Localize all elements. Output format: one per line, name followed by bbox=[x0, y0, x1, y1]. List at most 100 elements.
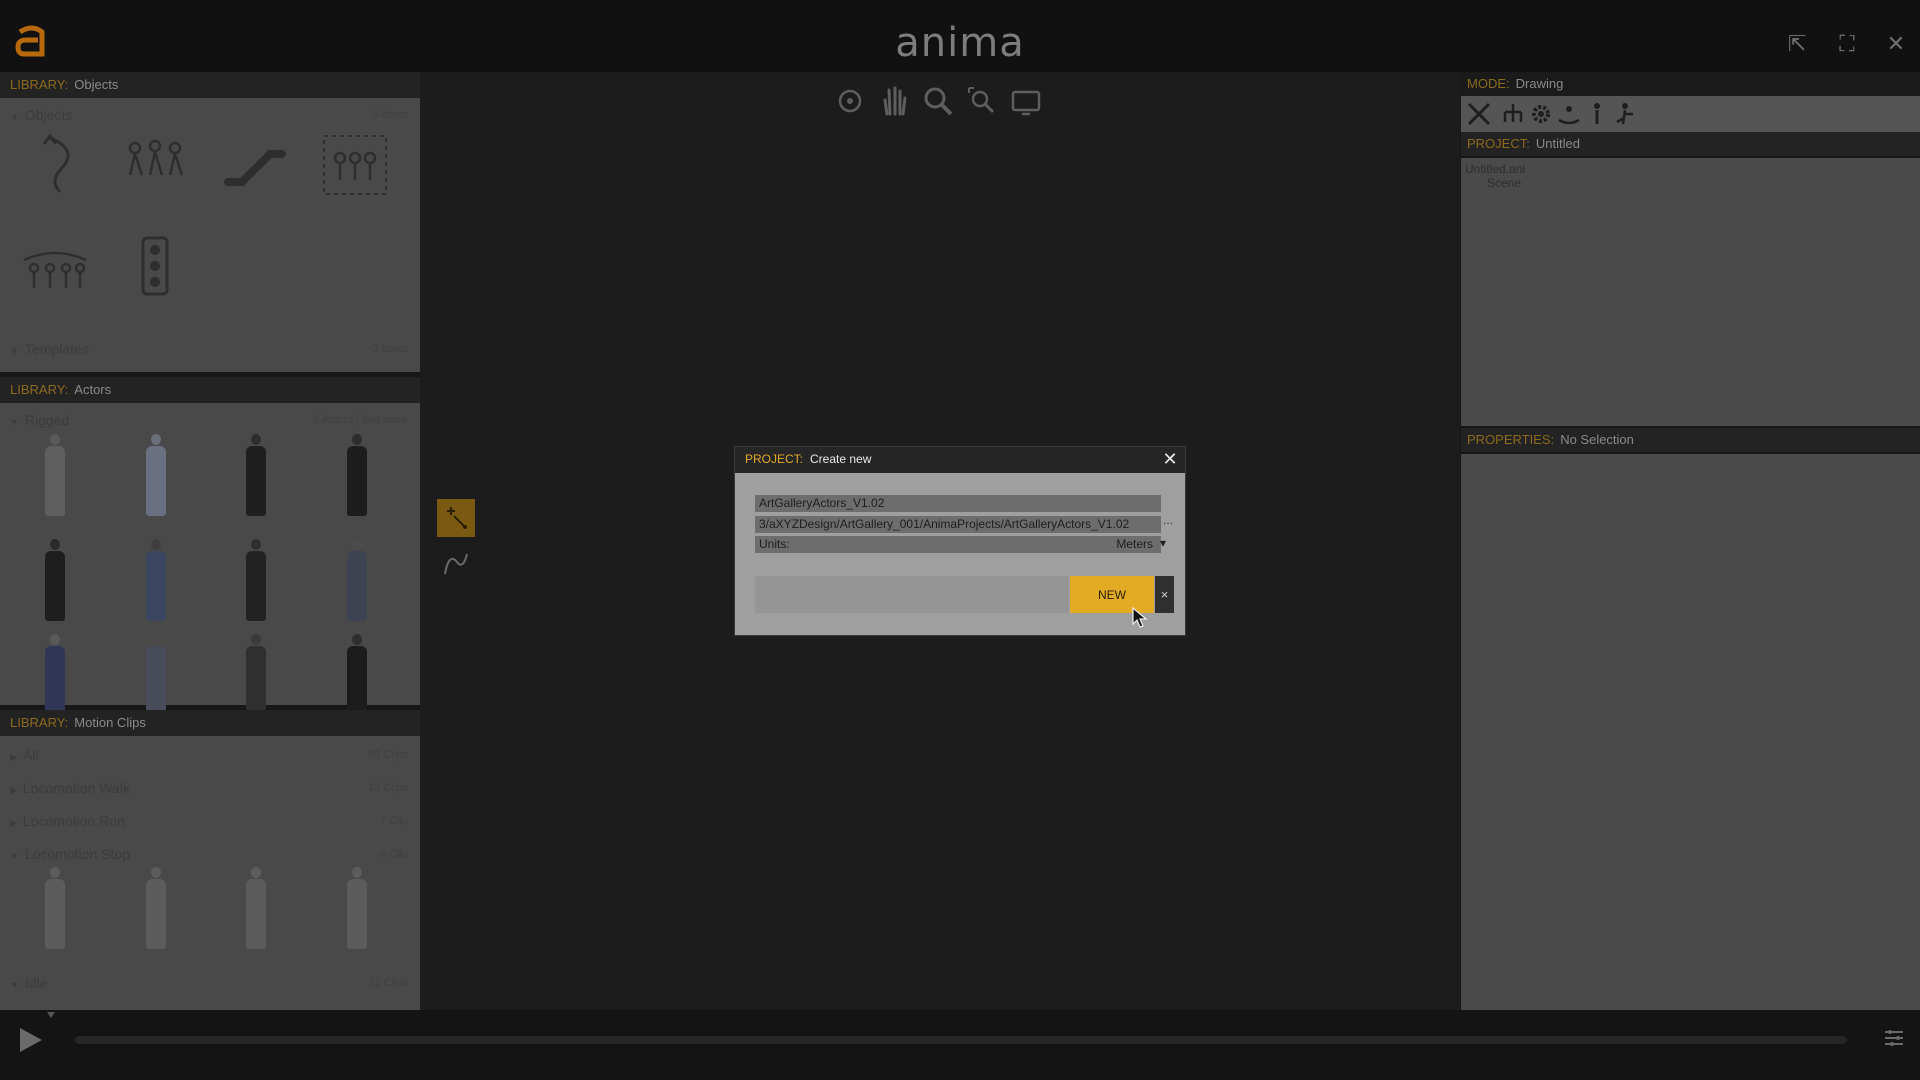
actor-head bbox=[151, 867, 161, 878]
actor-thumbnail[interactable] bbox=[236, 432, 276, 517]
library-motion-header: LIBRARY: Motion Clips bbox=[0, 710, 420, 736]
actor-head bbox=[352, 867, 362, 878]
actor-head bbox=[151, 539, 161, 550]
mode-toolbar bbox=[1461, 96, 1920, 132]
actor-head bbox=[352, 539, 362, 550]
mouse-cursor-icon bbox=[1132, 607, 1148, 628]
section-label: Locomotion Walk bbox=[22, 780, 130, 796]
actor-thumbnail[interactable] bbox=[35, 537, 75, 622]
playhead-marker[interactable] bbox=[47, 1012, 55, 1018]
units-select[interactable]: Units: Meters bbox=[755, 536, 1161, 553]
mode-key: MODE: bbox=[1467, 76, 1510, 91]
settings-gear-icon[interactable] bbox=[1527, 100, 1555, 128]
tree-item-scene[interactable]: Scene bbox=[1487, 176, 1521, 190]
dialog-header: PROJECT: Create new ✕ bbox=[735, 447, 1185, 473]
timeline-bar bbox=[0, 1010, 1920, 1080]
zoom-icon[interactable] bbox=[921, 84, 955, 118]
actor-thumbnail[interactable] bbox=[136, 432, 176, 517]
dialog-close-icon[interactable]: ✕ bbox=[1160, 449, 1180, 469]
actor-thumbnail[interactable] bbox=[337, 632, 377, 717]
actor-body bbox=[246, 446, 266, 516]
actor-head bbox=[352, 634, 362, 645]
mode-header: MODE: Drawing bbox=[1461, 72, 1920, 96]
pan-hand-icon[interactable] bbox=[877, 84, 911, 118]
collapse-triangle-icon[interactable]: ▼ bbox=[10, 112, 19, 122]
motion-clip-thumbnail[interactable] bbox=[35, 865, 75, 950]
hierarchy-icon[interactable] bbox=[1499, 100, 1527, 128]
actor-thumbnail[interactable] bbox=[35, 632, 75, 717]
collapse-triangle-icon[interactable]: ▼ bbox=[10, 417, 19, 427]
actor-thumbnail[interactable] bbox=[236, 632, 276, 717]
close-icon[interactable]: ✕ bbox=[1882, 30, 1910, 58]
expand-triangle-icon[interactable]: ▶ bbox=[10, 785, 17, 795]
project-value: Untitled bbox=[1535, 136, 1580, 151]
units-value: Meters bbox=[1116, 537, 1153, 551]
actor-head bbox=[251, 867, 261, 878]
traffic-light-icon[interactable] bbox=[120, 232, 190, 302]
section-count: 53 Clips bbox=[368, 749, 408, 761]
section-locomotion-stop[interactable]: ▼ Locomotion Stop 4 Clip bbox=[0, 843, 420, 865]
actor-thumbnail[interactable] bbox=[337, 432, 377, 517]
actor-stand-icon[interactable] bbox=[1583, 100, 1611, 128]
floor-icon[interactable] bbox=[1555, 100, 1583, 128]
mode-value: Drawing bbox=[1515, 76, 1564, 91]
popout-icon[interactable]: ⇱ bbox=[1783, 30, 1811, 58]
collapse-triangle-icon[interactable]: ▼ bbox=[10, 851, 19, 861]
actor-head bbox=[50, 867, 60, 878]
expand-triangle-icon[interactable]: ▶ bbox=[10, 818, 17, 828]
app-logo-icon[interactable] bbox=[12, 22, 52, 62]
curve-path-icon[interactable] bbox=[441, 548, 471, 578]
section-locomotion-walk[interactable]: ▶ Locomotion Walk 13 Clips bbox=[0, 777, 420, 799]
cancel-button[interactable]: × bbox=[1155, 576, 1174, 613]
library-actors-header: LIBRARY: Actors bbox=[0, 377, 420, 403]
camera-view-icon[interactable] bbox=[1009, 84, 1043, 118]
motion-clip-thumbnail[interactable] bbox=[136, 865, 176, 950]
actor-thumbnail[interactable] bbox=[136, 632, 176, 717]
section-label: Rigged bbox=[24, 412, 70, 428]
section-all[interactable]: ▶ All 53 Clips bbox=[0, 744, 420, 766]
section-templates[interactable]: ▼ Templates 0 Items bbox=[0, 338, 420, 360]
actor-thumbnail[interactable] bbox=[337, 537, 377, 622]
project-name-field[interactable]: ArtGalleryActors_V1.02 bbox=[755, 495, 1161, 512]
fullscreen-icon[interactable]: ⛶ bbox=[1833, 30, 1861, 58]
collapse-triangle-icon[interactable]: ▼ bbox=[10, 980, 19, 990]
properties-key: PROPERTIES: bbox=[1467, 432, 1555, 447]
actor-head bbox=[151, 434, 161, 445]
path-icon[interactable] bbox=[20, 130, 90, 200]
orbit-icon[interactable] bbox=[833, 84, 867, 118]
actor-body bbox=[347, 879, 367, 949]
actor-body bbox=[246, 551, 266, 621]
actor-thumbnail[interactable] bbox=[236, 537, 276, 622]
section-count: 4 Clip bbox=[379, 848, 408, 860]
library-objects-header: LIBRARY: Objects bbox=[0, 72, 420, 98]
add-point-tool-button[interactable] bbox=[437, 499, 475, 537]
section-label: Locomotion Stop bbox=[24, 846, 130, 862]
units-dropdown-icon[interactable]: ▾ bbox=[1160, 535, 1174, 552]
group-area-icon[interactable] bbox=[320, 130, 390, 200]
actor-thumbnail[interactable] bbox=[136, 537, 176, 622]
escalator-icon[interactable] bbox=[220, 130, 290, 200]
section-idle[interactable]: ▼ Idle 11 Clips bbox=[0, 972, 420, 994]
section-rigged[interactable]: ▼ Rigged 0 Actors | Get more bbox=[0, 409, 420, 431]
zoom-extents-icon[interactable] bbox=[965, 84, 999, 118]
expand-triangle-icon[interactable]: ▶ bbox=[10, 752, 17, 762]
actor-walk-icon[interactable] bbox=[1611, 100, 1639, 128]
actor-thumbnail[interactable] bbox=[35, 432, 75, 517]
actor-head bbox=[251, 539, 261, 550]
motion-clip-thumbnail[interactable] bbox=[236, 865, 276, 950]
queue-icon[interactable] bbox=[20, 232, 90, 302]
properties-value: No Selection bbox=[1560, 432, 1634, 447]
collapse-triangle-icon[interactable]: ▼ bbox=[10, 346, 19, 356]
section-label: Objects bbox=[24, 107, 73, 123]
crowd-walk-icon[interactable] bbox=[120, 130, 190, 200]
timeline-settings-icon[interactable] bbox=[1882, 1026, 1906, 1050]
browse-path-button[interactable]: ··· bbox=[1163, 515, 1177, 532]
timeline-scrubber[interactable] bbox=[75, 1036, 1847, 1044]
section-objects[interactable]: ▼ Objects 6 Items bbox=[0, 104, 420, 126]
project-path-field[interactable]: 3/aXYZDesign/ArtGallery_001/AnimaProject… bbox=[755, 516, 1161, 533]
play-icon[interactable] bbox=[16, 1026, 44, 1054]
draw-path-icon[interactable] bbox=[1465, 100, 1493, 128]
tree-item-file[interactable]: Untitled.ani bbox=[1465, 162, 1525, 176]
section-locomotion-run[interactable]: ▶ Locomotion Run 7 Clip bbox=[0, 810, 420, 832]
motion-clip-thumbnail[interactable] bbox=[337, 865, 377, 950]
